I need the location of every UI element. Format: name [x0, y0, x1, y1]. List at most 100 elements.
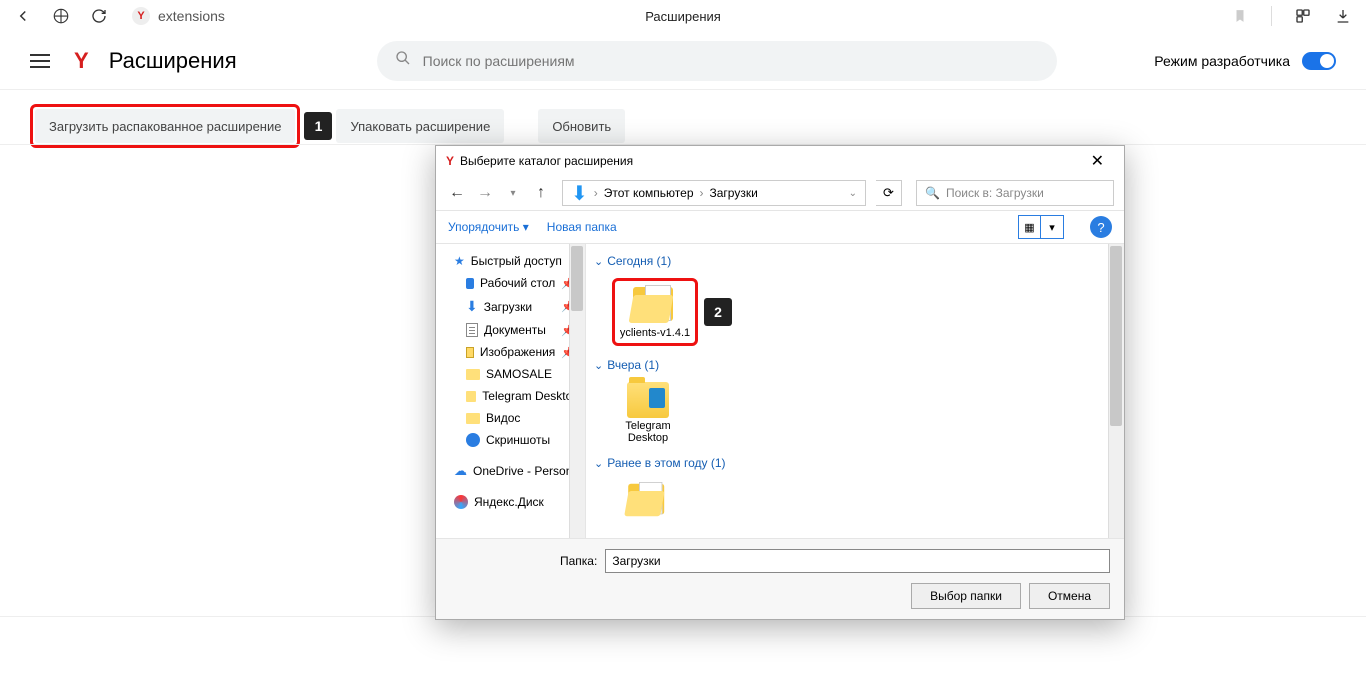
scrollbar-thumb[interactable]: [571, 246, 583, 311]
nav-onedrive[interactable]: ☁OneDrive - Personal: [436, 459, 585, 483]
search-placeholder: Поиск в: Загрузки: [946, 186, 1044, 200]
chevron-down-icon: ⌄: [594, 255, 603, 268]
scrollbar-thumb[interactable]: [1110, 246, 1122, 426]
nav-forward-icon: →: [474, 182, 496, 204]
nav-controls: Y extensions: [14, 7, 225, 25]
url-text: extensions: [158, 8, 225, 24]
hamburger-icon[interactable]: [30, 49, 54, 73]
new-folder-button[interactable]: Новая папка: [547, 220, 617, 234]
nav-quick-access[interactable]: ★Быстрый доступ: [436, 250, 585, 272]
back-icon[interactable]: [14, 7, 32, 25]
chrome-actions: [1231, 6, 1352, 26]
dialog-footer: Папка: Выбор папки Отмена: [436, 538, 1124, 619]
nav-yandex-disk[interactable]: Яндекс.Диск: [436, 491, 585, 513]
pack-extension-button[interactable]: Упаковать расширение: [336, 109, 504, 143]
site-icon: Y: [132, 7, 150, 25]
extensions-icon[interactable]: [1294, 7, 1312, 25]
dialog-titlebar: Y Выберите каталог расширения ✕: [436, 146, 1124, 176]
separator: [1271, 6, 1272, 26]
bookmark-icon[interactable]: [1231, 7, 1249, 25]
nav-videos[interactable]: Видос: [436, 407, 585, 429]
yandex-logo-icon: Y: [74, 48, 89, 74]
select-folder-button[interactable]: Выбор папки: [911, 583, 1021, 609]
chevron-right-icon: ›: [594, 186, 598, 200]
folder-icon: [627, 382, 669, 418]
chevron-down-icon[interactable]: ⌄: [849, 188, 857, 199]
downloads-icon: ⬇: [466, 298, 478, 315]
folder-yclients[interactable]: yclients-v1.4.1: [619, 285, 691, 339]
search-icon: 🔍: [925, 186, 940, 200]
address-bar[interactable]: Y extensions: [132, 7, 225, 25]
folder-label: Telegram Desktop: [612, 420, 684, 444]
chevron-right-icon: ›: [700, 186, 704, 200]
refresh-icon[interactable]: ⟳: [876, 180, 902, 206]
dialog-search[interactable]: 🔍 Поиск в: Загрузки: [916, 180, 1114, 206]
breadcrumb[interactable]: ⬇ › Этот компьютер › Загрузки ⌄: [562, 180, 866, 206]
update-button[interactable]: Обновить: [538, 109, 625, 143]
nav-desktop[interactable]: Рабочий стол📌: [436, 272, 585, 294]
tab-title: Расширения: [645, 9, 721, 24]
content-scrollbar[interactable]: [1108, 244, 1124, 538]
highlight-load-unpacked: Загрузить распакованное расширение: [30, 104, 300, 148]
organize-menu[interactable]: Упорядочить ▾: [448, 220, 529, 234]
page-title: Расширения: [109, 48, 237, 74]
view-dropdown-icon[interactable]: ▾: [1041, 216, 1063, 238]
folder-path-input[interactable]: [605, 549, 1110, 573]
star-icon: ★: [454, 254, 465, 268]
crumb-downloads[interactable]: Загрузки: [710, 186, 758, 200]
yandex-logo-icon: Y: [446, 154, 454, 168]
folder-label: Папка:: [560, 554, 597, 568]
page-header: Y Расширения Режим разработчика: [0, 32, 1366, 90]
nav-scrollbar[interactable]: [569, 244, 585, 538]
folder-path-row: Папка:: [450, 549, 1110, 573]
nav-samosale[interactable]: SAMOSALE: [436, 363, 585, 385]
dev-mode-toggle[interactable]: Режим разработчика: [1154, 52, 1336, 70]
nav-downloads[interactable]: ⬇Загрузки📌: [436, 294, 585, 319]
toggle-switch-icon[interactable]: [1302, 52, 1336, 70]
group-yesterday[interactable]: ⌄Вчера (1): [594, 352, 1116, 376]
cloud-icon: ☁: [454, 463, 467, 479]
chevron-down-icon: ⌄: [594, 359, 603, 372]
nav-screenshots[interactable]: Скриншоты: [436, 429, 585, 451]
group-earlier[interactable]: ⌄Ранее в этом году (1): [594, 450, 1116, 474]
load-unpacked-button[interactable]: Загрузить распакованное расширение: [35, 109, 295, 143]
downloads-location-icon: ⬇: [571, 181, 588, 206]
callout-2: 2: [704, 298, 732, 326]
chevron-down-icon[interactable]: ▾: [502, 182, 524, 204]
dialog-toolbar: Упорядочить ▾ Новая папка ▦ ▾ ?: [436, 210, 1124, 244]
view-icons-icon[interactable]: ▦: [1019, 216, 1041, 238]
folder-icon: [466, 413, 480, 424]
folder-earlier-item[interactable]: [612, 480, 684, 520]
view-mode-selector[interactable]: ▦ ▾: [1018, 215, 1064, 239]
folder-open-icon: [626, 482, 669, 518]
close-icon[interactable]: ✕: [1081, 147, 1114, 175]
folder-picker-dialog: Y Выберите каталог расширения ✕ ← → ▾ ↑ …: [435, 145, 1125, 620]
dialog-title: Выберите каталог расширения: [460, 154, 633, 168]
cancel-button[interactable]: Отмена: [1029, 583, 1110, 609]
folder-telegram[interactable]: Telegram Desktop: [612, 382, 684, 444]
dialog-body: ★Быстрый доступ Рабочий стол📌 ⬇Загрузки📌…: [436, 244, 1124, 538]
help-icon[interactable]: ?: [1090, 216, 1112, 238]
nav-back-icon[interactable]: ←: [446, 182, 468, 204]
pictures-icon: [466, 347, 474, 358]
desktop-icon: [466, 278, 474, 289]
group-today[interactable]: ⌄Сегодня (1): [594, 248, 1116, 272]
nav-pictures[interactable]: Изображения📌: [436, 341, 585, 363]
browser-chrome: Y extensions Расширения: [0, 0, 1366, 32]
reload-icon[interactable]: [90, 7, 108, 25]
extensions-search[interactable]: [377, 41, 1057, 81]
search-icon: [395, 50, 411, 71]
nav-up-icon[interactable]: ↑: [530, 182, 552, 204]
nav-telegram[interactable]: Telegram Desktop: [436, 385, 585, 407]
downloads-icon[interactable]: [1334, 7, 1352, 25]
yandex-services-icon[interactable]: [52, 7, 70, 25]
chevron-down-icon: ⌄: [594, 457, 603, 470]
folder-icon: [466, 391, 476, 402]
dialog-nav-bar: ← → ▾ ↑ ⬇ › Этот компьютер › Загрузки ⌄ …: [436, 176, 1124, 210]
folder-icon: [466, 369, 480, 380]
content-pane: ⌄Сегодня (1) yclients-v1.4.1 2 ⌄Вчера (1…: [586, 244, 1124, 538]
yandex-disk-icon: [454, 495, 468, 509]
search-input[interactable]: [423, 53, 1039, 69]
crumb-computer[interactable]: Этот компьютер: [604, 186, 694, 200]
nav-documents[interactable]: Документы📌: [436, 319, 585, 341]
